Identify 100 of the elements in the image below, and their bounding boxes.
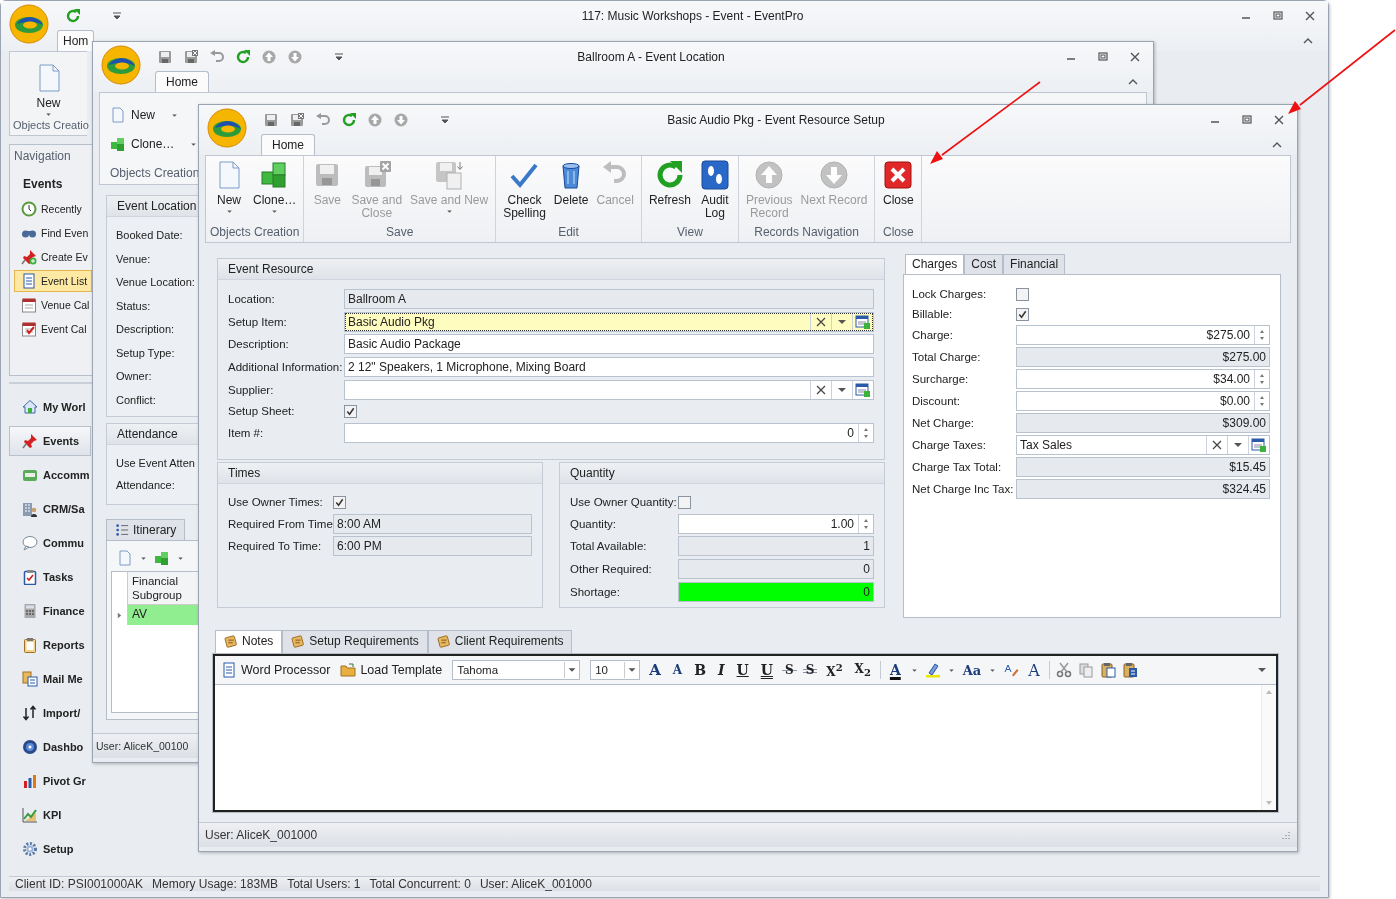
font-dropdown[interactable]: Tahoma [452,660,581,680]
spin-field[interactable]: $34.00 [1016,369,1270,389]
nav-item[interactable]: Find Even [14,222,92,244]
app-logo-icon[interactable] [9,4,49,44]
module-item[interactable]: CRM/Sa [9,494,91,524]
module-item[interactable]: Reports [9,630,91,660]
toolbar-button[interactable]: Load Template [340,662,447,678]
module-item[interactable]: Events [9,426,91,456]
lookup-icon[interactable] [852,312,873,331]
bar-chart-icon [22,773,38,789]
spin-field[interactable]: 0 [344,423,874,444]
nav-item[interactable]: Event Cal [14,318,92,340]
format-button[interactable]: U [733,662,752,678]
table-cell[interactable]: AV [128,605,200,625]
ribbon-button[interactable]: Delete [550,159,592,225]
ribbon-tab[interactable]: Hom [57,30,95,51]
cubes-icon[interactable] [154,550,170,566]
format-button[interactable]: B [691,662,709,678]
module-item[interactable]: Commu [9,528,91,558]
tab[interactable]: Cost [964,254,1004,274]
spin-field[interactable]: $275.00 [1016,325,1270,345]
lookup-field[interactable] [344,379,874,400]
paste-icon[interactable] [1121,662,1138,678]
module-item[interactable]: Pivot Gr [9,766,91,796]
lookup-field[interactable]: Basic Audio Pkg [344,311,874,332]
module-item[interactable]: Finance [9,596,91,626]
refresh-icon[interactable] [65,8,81,24]
paste-icon[interactable] [1099,662,1116,678]
lookup-icon[interactable] [852,380,873,399]
format-button[interactable]: Aa [961,662,983,678]
tab[interactable]: Client Requirements [427,630,573,653]
module-item[interactable]: Setup [9,834,91,864]
module-item[interactable]: Mail Me [9,664,91,694]
ribbon-button[interactable]: Clone… [110,134,199,154]
spin-field[interactable]: 1.00 [678,513,874,534]
tab[interactable]: Setup Requirements [282,630,428,653]
nav-item[interactable]: Recently [14,198,92,220]
ribbon-button[interactable]: New [110,105,179,125]
ribbon-button[interactable]: Check Spelling [500,159,549,225]
nav-item[interactable]: Event List [14,270,92,292]
note-icon [436,634,451,648]
checkbox[interactable] [1016,287,1029,301]
ribbon-button[interactable]: Audit Log [695,159,734,225]
module-label: CRM/Sa [43,503,85,515]
resize-grip-icon[interactable] [1281,830,1291,840]
format-button[interactable]: X$_{2}$ [851,661,874,679]
column-header[interactable]: Financial Subgroup [128,572,200,605]
spin-field[interactable]: $0.00 [1016,391,1270,411]
format-button[interactable]: A [646,661,664,679]
checkbox[interactable] [344,404,357,418]
checkbox[interactable] [333,495,346,509]
format-button[interactable]: A [669,663,686,677]
lookup-icon[interactable] [1248,436,1269,454]
format-button[interactable]: A [1025,660,1043,680]
ribbon-button[interactable]: Refresh [645,159,694,225]
tab[interactable]: Charges [905,254,965,274]
ribbon-tab[interactable]: Home [155,71,209,92]
row-indicator-icon [115,610,124,620]
toolbar-button[interactable]: Word Processor [221,662,335,678]
nav-item[interactable]: Venue Cal [14,294,92,316]
module-item[interactable]: KPI [9,800,91,830]
save-icon[interactable] [263,112,279,128]
ribbon-button[interactable]: Close [879,159,918,225]
refresh-icon[interactable] [235,49,251,65]
module-item[interactable]: Accomm [9,460,91,490]
tab[interactable]: Notes [215,630,283,653]
new-button[interactable]: New [29,62,68,119]
ribbon-tab[interactable]: Home [261,134,315,155]
format-button[interactable]: X$^{2}$ [823,661,846,679]
tab[interactable]: Itinerary [106,519,186,540]
module-item[interactable]: Import/ [9,698,91,728]
checkbox[interactable] [678,495,691,509]
module-item[interactable]: My Worl [9,392,91,422]
format-button[interactable]: S [781,663,797,677]
format-button[interactable]: S [802,663,818,677]
highlighter-icon[interactable] [924,662,941,678]
save-icon[interactable] [157,49,173,65]
app-logo-icon[interactable] [207,108,247,148]
ribbon-button[interactable]: Clone… [250,159,300,225]
app-logo-icon[interactable] [101,45,141,85]
undo-icon[interactable] [315,112,331,128]
format-button[interactable]: U [757,662,776,678]
format-button[interactable]: I [714,662,728,678]
spelling-icon[interactable] [1003,662,1020,678]
save-close-icon[interactable] [289,112,305,128]
checkbox[interactable] [1016,307,1029,321]
undo-icon[interactable] [209,49,225,65]
format-button[interactable]: A [886,662,904,678]
size-dropdown[interactable]: 10 [590,660,641,680]
refresh-icon[interactable] [341,112,357,128]
save-close-icon[interactable] [183,49,199,65]
module-item[interactable]: Dashbo [9,732,91,762]
module-item[interactable]: Tasks [9,562,91,592]
scissors-icon[interactable] [1055,662,1072,678]
section-heading: Events [22,176,63,193]
text-field[interactable]: 2 12" Speakers, 1 Microphone, Mixing Board [344,357,874,378]
lookup-field[interactable]: Tax Sales [1016,435,1270,455]
text-field[interactable]: Basic Audio Package [344,334,874,355]
nav-item[interactable]: Create Ev [14,246,92,268]
tab[interactable]: Financial [1003,254,1066,274]
